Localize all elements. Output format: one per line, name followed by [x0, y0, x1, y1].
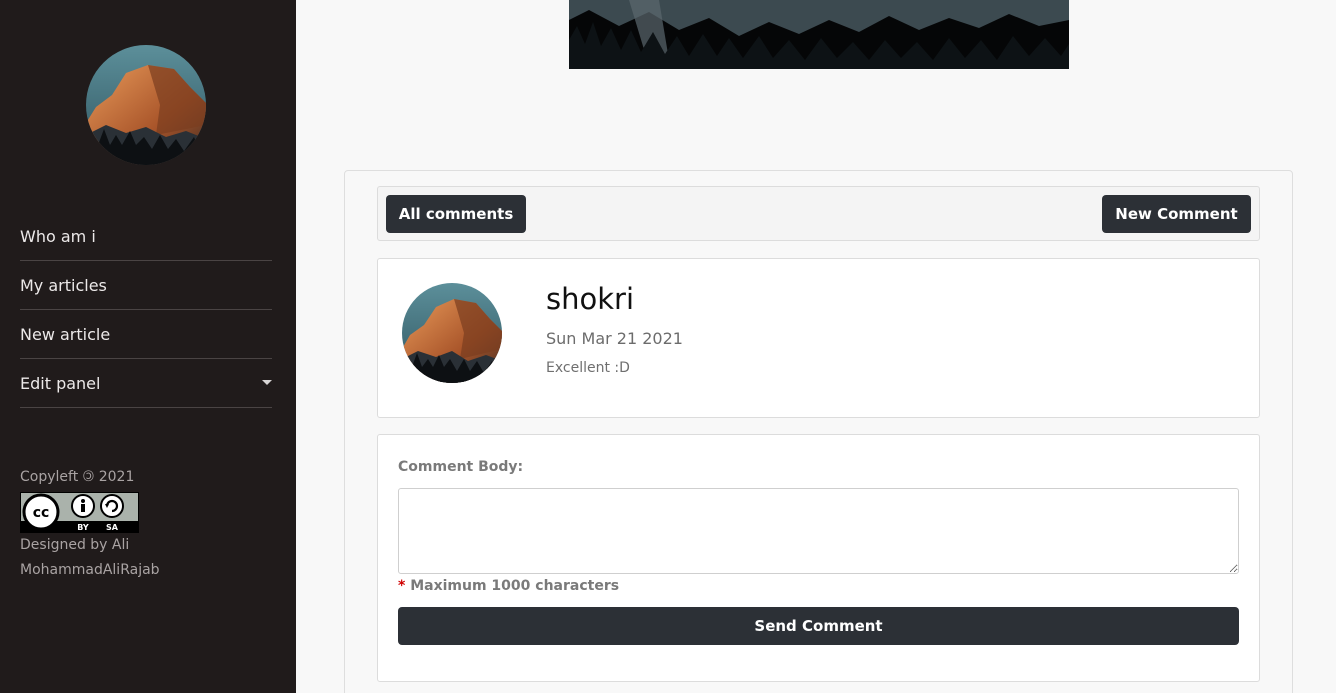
new-comment-button[interactable]: New Comment	[1102, 195, 1251, 233]
all-comments-button[interactable]: All comments	[386, 195, 526, 233]
nav-item-edit-panel[interactable]: Edit panel	[20, 359, 272, 408]
max-chars-text: Maximum 1000 characters	[410, 578, 620, 594]
sidebar-nav: Who am i My articles New article Edit pa…	[20, 212, 272, 408]
nav-item-label: New article	[20, 324, 111, 344]
sidebar: Who am i My articles New article Edit pa…	[0, 0, 296, 693]
comment-body-input[interactable]	[398, 488, 1239, 574]
comment-item: shokri Sun Mar 21 2021 Excellent :D	[377, 258, 1260, 418]
required-star: *	[398, 578, 406, 594]
article-image	[569, 0, 1069, 69]
profile-avatar	[86, 45, 206, 165]
comment-date: Sun Mar 21 2021	[546, 329, 683, 348]
comment-author: shokri	[546, 282, 635, 316]
send-comment-button[interactable]: Send Comment	[398, 607, 1239, 645]
cc-license-badge[interactable]: cc BY SA	[20, 492, 139, 533]
nav-item-my-articles[interactable]: My articles	[20, 261, 272, 310]
nav-item-label: Who am i	[20, 226, 96, 246]
nav-item-label: My articles	[20, 275, 107, 295]
cc-by-text: BY	[77, 523, 89, 532]
cc-sa-text: SA	[106, 523, 119, 532]
comment-body-label: Comment Body:	[398, 459, 524, 475]
comment-body: Excellent :D	[546, 360, 630, 376]
comment-avatar	[402, 283, 502, 383]
nav-item-who-am-i[interactable]: Who am i	[20, 212, 272, 261]
comment-form: Comment Body: * Maximum 1000 characters …	[377, 434, 1260, 682]
nav-item-new-article[interactable]: New article	[20, 310, 272, 359]
designer-name-text: MohammadAliRajab	[20, 562, 160, 578]
caret-down-icon	[262, 380, 272, 385]
designed-by-text: Designed by Ali	[20, 537, 130, 553]
max-chars-hint: * Maximum 1000 characters	[398, 578, 619, 594]
comments-toolbar: All comments New Comment	[377, 186, 1260, 241]
nav-item-label: Edit panel	[20, 373, 101, 393]
cc-text: cc	[33, 505, 50, 521]
copyleft-text: Copyleft 🄯 2021	[20, 469, 135, 485]
